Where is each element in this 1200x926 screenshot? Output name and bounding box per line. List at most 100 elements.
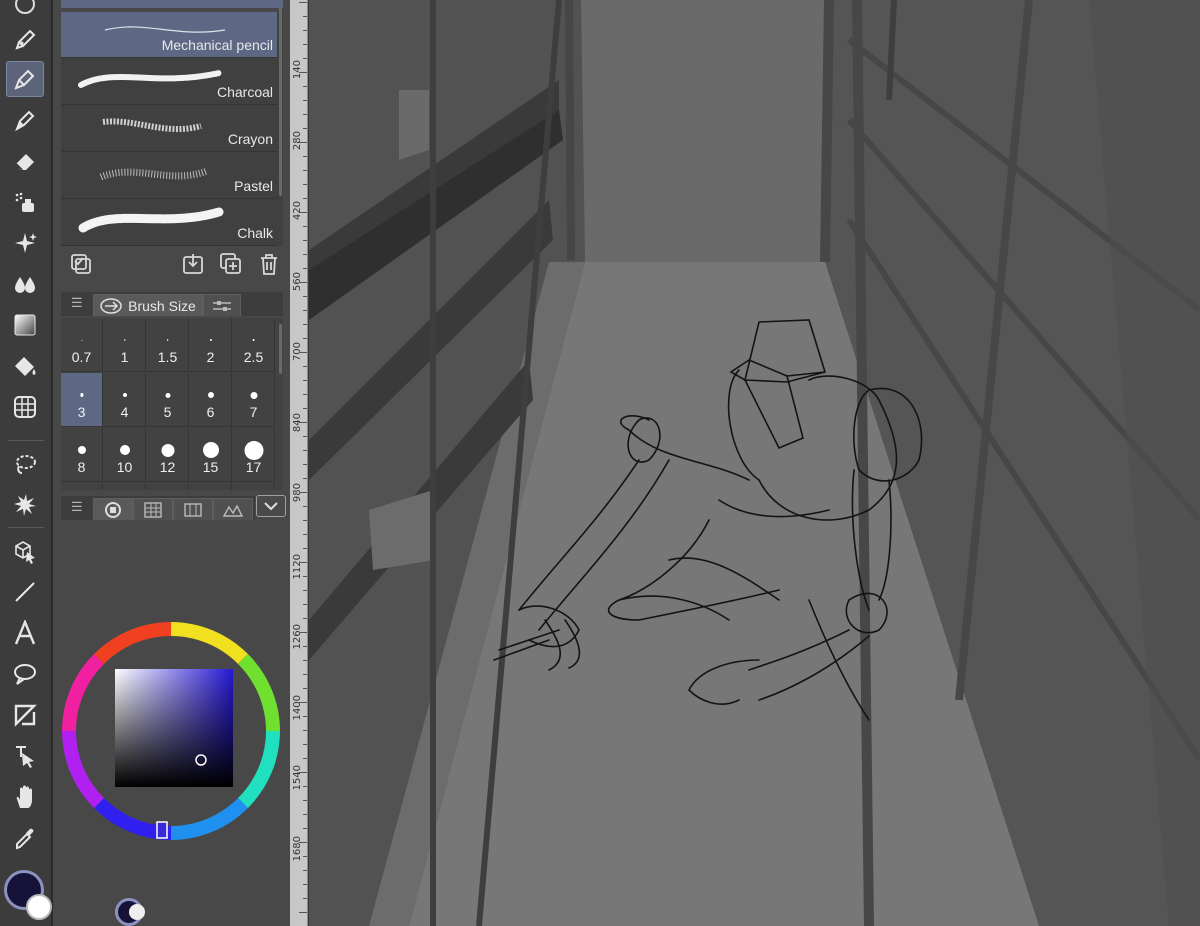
brush-size-cell[interactable]: 12 [147, 428, 189, 482]
text-tool-button[interactable] [6, 615, 44, 651]
operation-3d-tool-button[interactable] [6, 533, 44, 569]
ruler-tick [303, 744, 307, 745]
duplicate-icon[interactable] [219, 252, 243, 276]
brush-list-scrollbar[interactable] [279, 6, 282, 196]
fill-icon [15, 357, 36, 376]
color-wheel[interactable] [61, 522, 283, 926]
copy-settings-icon[interactable] [69, 252, 93, 276]
ruler-tick [303, 408, 307, 409]
brush-size-cell[interactable]: 4 [104, 373, 146, 427]
ruler-tick [303, 30, 307, 31]
ruler-tick [303, 394, 307, 395]
drawing-canvas[interactable] [309, 0, 1200, 926]
toolbar-divider [8, 527, 44, 528]
brush-size-cell[interactable]: 1 [104, 318, 146, 372]
brush-item-mechanical-pencil[interactable]: Mechanical pencil [61, 12, 277, 58]
panel-menu-icon[interactable]: ☰ [71, 500, 83, 513]
recent-color-swatch-secondary[interactable] [129, 904, 145, 920]
brush-size-cell[interactable]: 2 [190, 318, 232, 372]
ruler-tick [303, 506, 307, 507]
clip-studio-app: Mechanical pencil Charcoal Crayon Pastel… [0, 0, 1200, 926]
gradient-tool-button[interactable] [6, 307, 44, 343]
ruler-tick [303, 604, 307, 605]
brush-size-cell[interactable]: 0.7 [61, 318, 103, 372]
brush-size-cell[interactable]: 3 [61, 373, 103, 427]
brush-name: Mechanical pencil [161, 37, 273, 53]
tab-color-set[interactable] [133, 498, 173, 520]
fill-tool-button[interactable] [6, 348, 44, 384]
ruler-tick [303, 814, 307, 815]
figure-ruler-tool-button[interactable] [6, 389, 44, 425]
operation-tool-button[interactable] [6, 738, 44, 774]
panel-menu-icon[interactable]: ☰ [71, 296, 83, 309]
circle-tool-icon[interactable] [6, 0, 44, 22]
tab-intermediate-color[interactable] [173, 498, 213, 520]
brush-size-cell[interactable] [147, 483, 189, 490]
brush-size-cell[interactable]: 6 [190, 373, 232, 427]
tab-color-wheel[interactable] [93, 498, 133, 520]
eraser-icon [15, 154, 34, 171]
brush-size-cell[interactable]: 7 [233, 373, 275, 427]
brush-size-cell[interactable]: 17 [233, 428, 275, 482]
brush-size-cell[interactable]: 10 [104, 428, 146, 482]
ruler-tick [303, 646, 307, 647]
ruler-tick [299, 352, 307, 353]
tab-brush-size[interactable]: Brush Size [93, 294, 203, 316]
brush-item-pastel[interactable]: Pastel [61, 153, 277, 199]
panel-top-strip [61, 0, 283, 8]
pen-icon [15, 29, 36, 50]
ruler-tick [303, 310, 307, 311]
ruler-tick [303, 534, 307, 535]
tab-tool-property[interactable] [203, 294, 241, 316]
intermediate-color-icon [184, 502, 202, 517]
ruler-tick [299, 772, 307, 773]
background-color-swatch[interactable] [26, 894, 52, 920]
frame-border-tool-button[interactable] [6, 697, 44, 733]
brush-size-cell[interactable]: 8 [61, 428, 103, 482]
brush-size-dot [77, 446, 86, 454]
magic-wand-tool-button[interactable] [6, 487, 44, 523]
expand-panel-button[interactable] [256, 495, 286, 517]
balloon-tool-button[interactable] [6, 656, 44, 692]
brush-size-dot [244, 440, 263, 460]
ruler-tick [303, 254, 307, 255]
ruler-tick [303, 184, 307, 185]
brush-size-cell[interactable]: 2.5 [233, 318, 275, 372]
brush-tool-button[interactable] [6, 102, 44, 138]
airbrush-tool-button[interactable] [6, 184, 44, 220]
hand-tool-button[interactable] [6, 779, 44, 815]
tab-color-history[interactable] [213, 498, 253, 520]
trash-icon[interactable] [257, 252, 281, 276]
brush-size-cell[interactable] [190, 483, 232, 490]
brush-size-dot [202, 442, 219, 458]
brush-item-chalk[interactable]: Chalk [61, 200, 277, 246]
eraser-tool-button[interactable] [6, 143, 44, 179]
line-tool-button[interactable] [6, 574, 44, 610]
decoration-tool-button[interactable] [6, 225, 44, 261]
pencil-tool-button[interactable] [6, 61, 44, 97]
ruler-tick [299, 562, 307, 563]
brush-size-cell[interactable] [61, 483, 103, 490]
brush-size-tab-bar: ☰ Brush Size [61, 292, 283, 316]
brush-size-dot [81, 339, 82, 341]
brush-size-dot [79, 393, 84, 397]
brush-size-cell[interactable]: 5 [147, 373, 189, 427]
pen-tool-button[interactable] [6, 22, 44, 58]
brush-item-crayon[interactable]: Crayon [61, 106, 277, 152]
ruler-tick [303, 478, 307, 479]
ruler-tick [303, 198, 307, 199]
ruler-tick [303, 618, 307, 619]
ruler-tick [303, 114, 307, 115]
ruler-tick [299, 492, 307, 493]
lasso-select-tool-button[interactable] [6, 446, 44, 482]
brush-size-cell[interactable] [104, 483, 146, 490]
brush-size-cell[interactable]: 15 [190, 428, 232, 482]
eyedropper-tool-button[interactable] [6, 820, 44, 856]
brush-size-cell[interactable] [233, 483, 275, 490]
blend-tool-button[interactable] [6, 266, 44, 302]
brush-size-scrollbar[interactable] [279, 324, 282, 374]
import-icon[interactable] [181, 252, 205, 276]
brush-size-cell[interactable]: 1.5 [147, 318, 189, 372]
brush-item-charcoal[interactable]: Charcoal [61, 59, 277, 105]
ruler-tick [303, 128, 307, 129]
